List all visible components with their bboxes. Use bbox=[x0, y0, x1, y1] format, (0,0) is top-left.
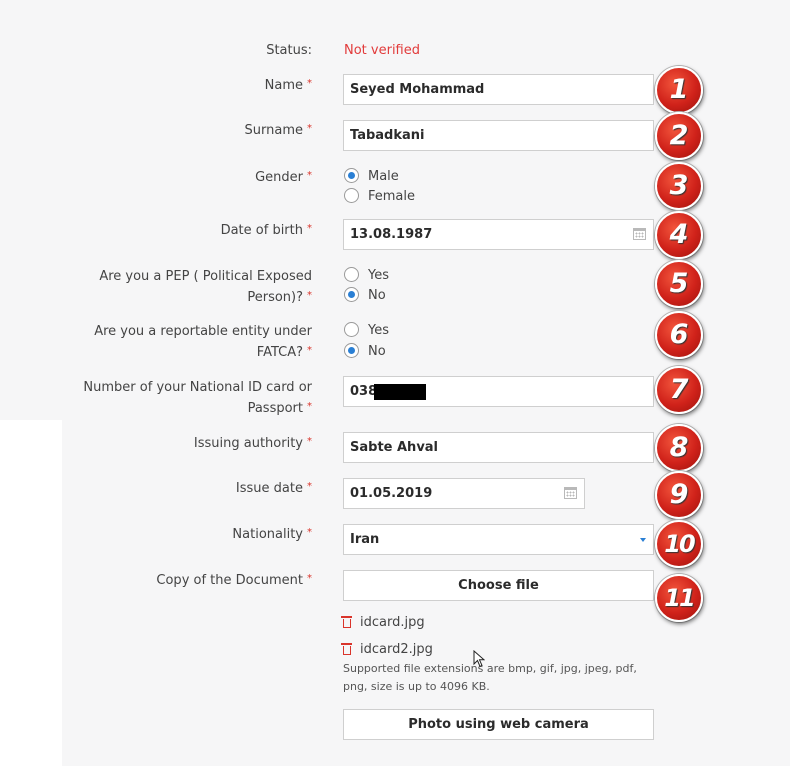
chevron-down-icon[interactable] bbox=[640, 538, 646, 542]
mouse-cursor-icon bbox=[473, 650, 485, 668]
redaction-bar bbox=[374, 384, 426, 400]
gender-label: Gender * bbox=[255, 170, 312, 185]
nationality-label: Nationality * bbox=[232, 527, 312, 542]
step-badge: 1 bbox=[655, 66, 703, 114]
background-notch bbox=[0, 420, 62, 766]
status-label: Status: bbox=[266, 43, 312, 58]
pep-label: Are you a PEP ( Political Exposed Person… bbox=[99, 269, 312, 305]
pep-no-option[interactable]: No bbox=[344, 286, 386, 306]
step-badge: 4 bbox=[655, 211, 703, 259]
dob-label: Date of birth * bbox=[220, 223, 312, 238]
trash-icon[interactable] bbox=[341, 643, 352, 655]
gender-female-option[interactable]: Female bbox=[344, 187, 415, 207]
issue-date-label: Issue date * bbox=[235, 481, 312, 496]
verification-form: Status: Not verified Name * Seyed Mohamma… bbox=[0, 0, 790, 766]
calendar-icon[interactable] bbox=[633, 228, 646, 240]
calendar-icon[interactable] bbox=[564, 487, 577, 499]
step-badge: 3 bbox=[655, 162, 703, 210]
radio-empty-icon[interactable] bbox=[344, 322, 359, 337]
id-number-label: Number of your National ID card or Passp… bbox=[83, 380, 312, 416]
radio-selected-icon[interactable] bbox=[344, 168, 359, 183]
nationality-select[interactable]: Iran bbox=[343, 524, 654, 555]
fatca-label: Are you a reportable entity under FATCA?… bbox=[94, 324, 312, 360]
step-badge: 11 bbox=[655, 574, 703, 622]
radio-empty-icon[interactable] bbox=[344, 188, 359, 203]
surname-label: Surname * bbox=[244, 123, 312, 138]
gender-male-option[interactable]: Male bbox=[344, 167, 399, 187]
step-badge: 8 bbox=[655, 424, 703, 472]
step-badge: 2 bbox=[655, 112, 703, 160]
choose-file-button[interactable]: Choose file bbox=[343, 570, 654, 601]
step-badge: 7 bbox=[655, 366, 703, 414]
document-label: Copy of the Document * bbox=[156, 573, 312, 588]
file-help-text: Supported file extensions are bmp, gif, … bbox=[343, 662, 637, 693]
step-badge: 9 bbox=[655, 471, 703, 519]
issuing-authority-label: Issuing authority * bbox=[193, 436, 312, 451]
name-input[interactable]: Seyed Mohammad bbox=[343, 74, 654, 105]
pep-yes-option[interactable]: Yes bbox=[344, 266, 389, 286]
issuing-authority-input[interactable]: Sabte Ahval bbox=[343, 432, 654, 463]
issue-date-input[interactable]: 01.05.2019 bbox=[343, 478, 585, 509]
status-value: Not verified bbox=[344, 43, 420, 58]
radio-selected-icon[interactable] bbox=[344, 343, 359, 358]
surname-input[interactable]: Tabadkani bbox=[343, 120, 654, 151]
step-badge: 6 bbox=[655, 311, 703, 359]
name-label: Name * bbox=[264, 78, 312, 93]
radio-selected-icon[interactable] bbox=[344, 287, 359, 302]
step-badge: 5 bbox=[655, 260, 703, 308]
fatca-yes-option[interactable]: Yes bbox=[344, 321, 389, 341]
webcam-photo-button[interactable]: Photo using web camera bbox=[343, 709, 654, 740]
trash-icon[interactable] bbox=[341, 616, 352, 628]
dob-input[interactable]: 13.08.1987 bbox=[343, 219, 654, 250]
radio-empty-icon[interactable] bbox=[344, 267, 359, 282]
step-badge: 10 bbox=[655, 520, 703, 568]
fatca-no-option[interactable]: No bbox=[344, 342, 386, 362]
file-item: idcard.jpg bbox=[341, 613, 425, 633]
file-item: idcard2.jpg bbox=[341, 640, 433, 660]
